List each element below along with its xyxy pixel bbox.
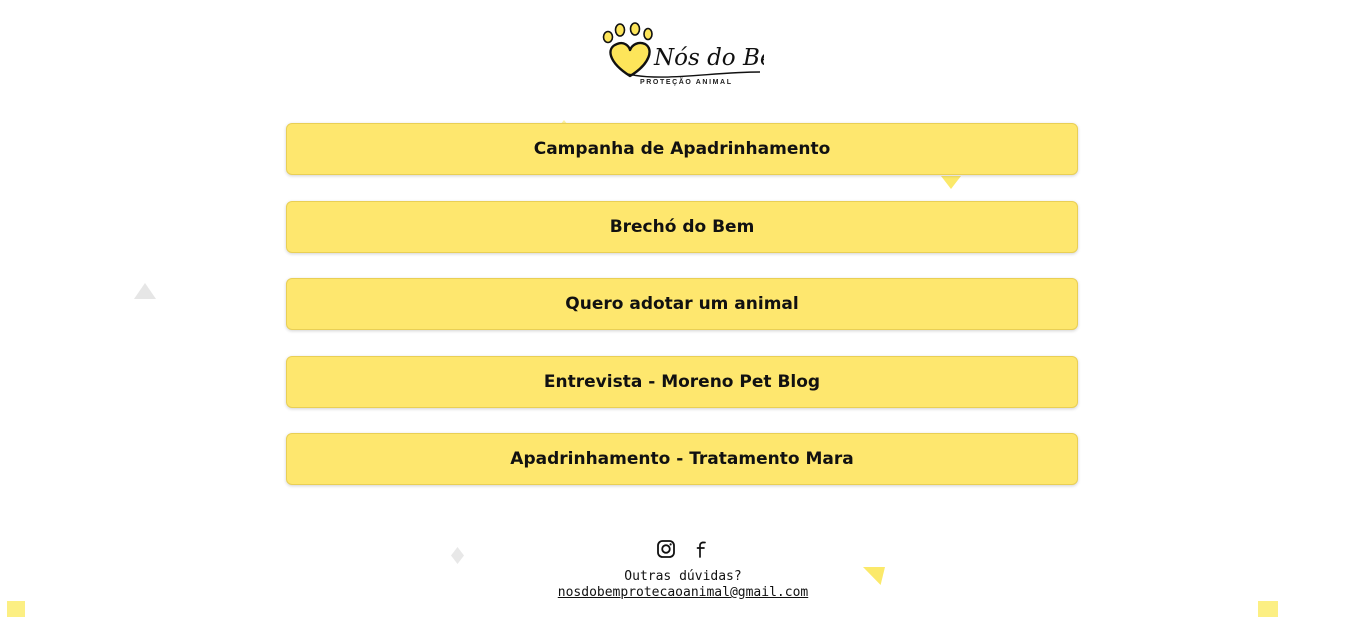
link-button-campanha-apadrinhamento[interactable]: Campanha de Apadrinhamento [286,123,1078,175]
logo-tagline: PROTEÇÃO ANIMAL [640,79,733,86]
decorative-triangle-grey [134,283,156,299]
link-button-entrevista-moreno-pet-blog[interactable]: Entrevista - Moreno Pet Blog [286,355,1078,408]
footer-question: Outras dúvidas? [624,569,742,584]
facebook-icon[interactable] [690,538,711,560]
link-button-apadrinhamento-tratamento-mara[interactable]: Apadrinhamento - Tratamento Mara [286,433,1078,485]
decorative-square-yellow [7,601,25,617]
instagram-icon[interactable] [655,538,676,560]
link-button-brecho-do-bem[interactable]: Brechó do Bem [286,200,1078,253]
social-links [655,538,711,560]
link-button-quero-adotar[interactable]: Quero adotar um animal [286,278,1078,330]
logo: Nós do Bem PROTEÇÃO ANIMAL [602,20,764,90]
page: Nós do Bem PROTEÇÃO ANIMAL Campanha de A… [0,0,1366,625]
footer-contact: Outras dúvidas? nosdobemprotecaoanimal@g… [483,569,883,601]
decorative-square-yellow [1258,601,1278,617]
link-list: Campanha de Apadrinhamento Brechó do Bem… [286,123,1080,511]
email-link[interactable]: nosdobemprotecaoanimal@gmail.com [558,585,808,601]
paw-heart-logo-icon: Nós do Bem [602,22,764,78]
decorative-diamond-grey [451,547,464,564]
svg-text:Nós do Bem: Nós do Bem [653,45,764,71]
